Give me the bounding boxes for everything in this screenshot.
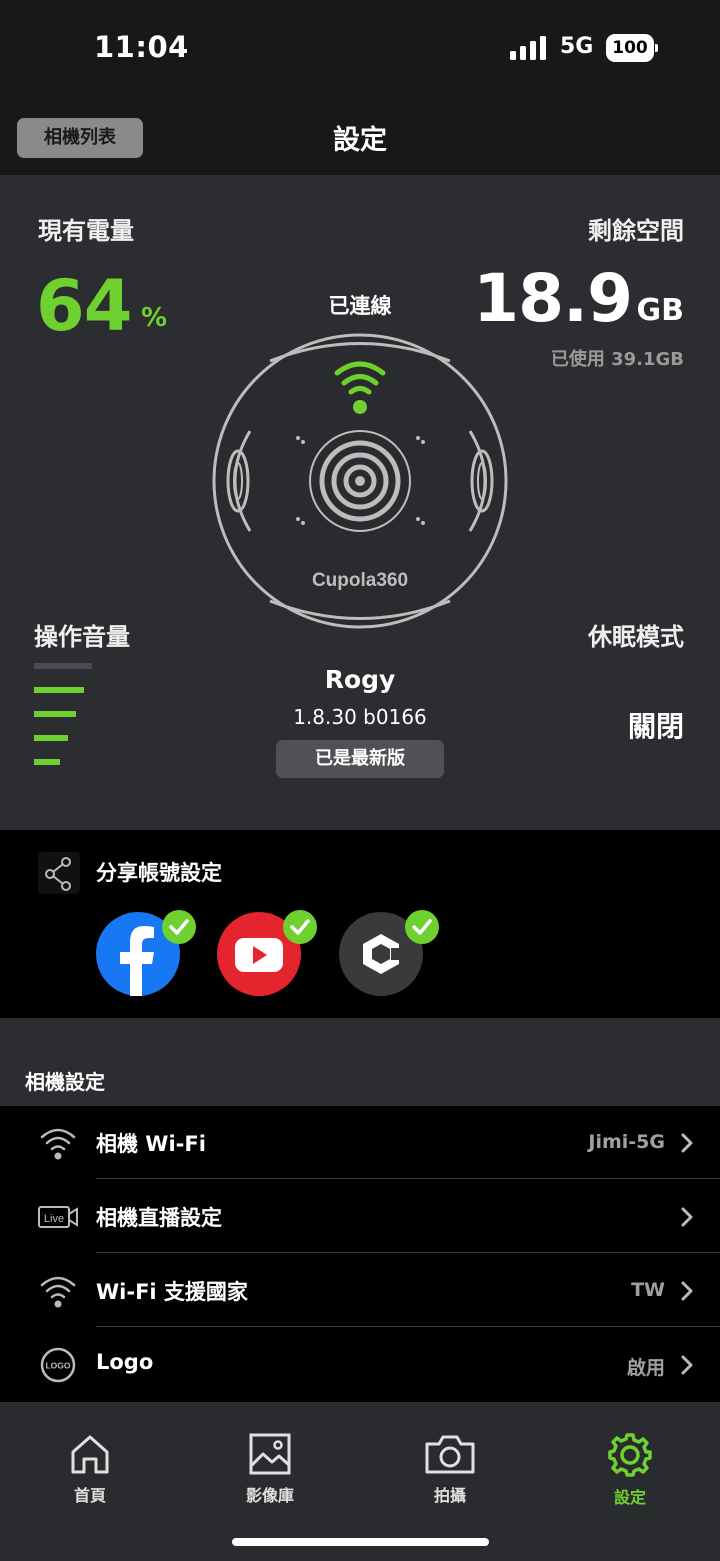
tab-label: 設定 bbox=[613, 1488, 646, 1507]
row-value: TW bbox=[631, 1279, 665, 1301]
settings-row-logo[interactable]: LOGO Logo 啟用 bbox=[0, 1328, 720, 1401]
status-time: 11:04 bbox=[94, 30, 189, 64]
camera-brand: Cupola360 bbox=[312, 570, 408, 591]
cupola-icon[interactable] bbox=[339, 910, 439, 996]
volume-bar bbox=[34, 735, 68, 741]
row-label: 相機直播設定 bbox=[96, 1206, 222, 1230]
battery-tip bbox=[655, 44, 658, 52]
camera-settings-header: 相機設定 bbox=[0, 1018, 720, 1106]
sleep-mode-toggle[interactable]: 關閉 bbox=[628, 705, 684, 745]
row-value: 啟用 bbox=[626, 1357, 665, 1379]
settings-row-live[interactable]: Live 相機直播設定 bbox=[0, 1180, 720, 1253]
chevron-right-icon bbox=[681, 1207, 693, 1227]
connected-check-icon bbox=[283, 910, 317, 944]
row-label: Logo bbox=[96, 1350, 154, 1374]
volume-label: 操作音量 bbox=[34, 623, 130, 651]
chevron-right-icon bbox=[681, 1281, 693, 1301]
home-indicator bbox=[232, 1538, 489, 1546]
share-title: 分享帳號設定 bbox=[96, 861, 222, 885]
logo-icon: LOGO bbox=[40, 1347, 76, 1383]
page-title: 設定 bbox=[333, 125, 387, 156]
wifi-icon bbox=[40, 1276, 76, 1308]
tab-home[interactable]: 首頁 bbox=[30, 1432, 150, 1512]
camera-graphic: Cupola360 bbox=[212, 333, 508, 629]
signal-icon bbox=[510, 36, 546, 60]
volume-bar bbox=[34, 759, 60, 765]
settings-row-wifi-country[interactable]: Wi-Fi 支援國家 TW bbox=[0, 1254, 720, 1327]
home-icon bbox=[71, 1435, 109, 1474]
section-title: 相機設定 bbox=[25, 1070, 105, 1094]
device-name: Rogy bbox=[324, 665, 396, 694]
camera-icon bbox=[425, 1435, 475, 1474]
chevron-right-icon bbox=[681, 1355, 693, 1375]
row-label: 相機 Wi-Fi bbox=[96, 1132, 206, 1156]
firmware-version: 1.8.30 b0166 bbox=[293, 705, 427, 729]
share-accounts-section: 分享帳號設定 bbox=[0, 830, 720, 1018]
svg-text:Live: Live bbox=[44, 1213, 64, 1225]
youtube-icon[interactable] bbox=[217, 910, 317, 996]
chevron-right-icon bbox=[681, 1133, 693, 1153]
storage-used: 已使用 39.1GB bbox=[550, 349, 684, 370]
live-icon: Live bbox=[38, 1206, 78, 1228]
divider bbox=[96, 1178, 720, 1179]
tab-label: 首頁 bbox=[73, 1486, 106, 1505]
divider bbox=[96, 1252, 720, 1253]
network-type: 5G bbox=[560, 34, 594, 59]
storage-label: 剩餘空間 bbox=[588, 217, 684, 245]
share-icon bbox=[38, 852, 80, 894]
facebook-icon[interactable] bbox=[96, 910, 196, 996]
status-bar: 11:04 5G 100 bbox=[0, 0, 720, 100]
update-button[interactable]: 已是最新版 bbox=[276, 740, 444, 778]
wifi-icon bbox=[40, 1128, 76, 1160]
tab-capture[interactable]: 拍攝 bbox=[390, 1432, 510, 1512]
connection-status: 已連線 bbox=[328, 294, 392, 318]
battery-label: 現有電量 bbox=[38, 217, 134, 245]
gallery-icon bbox=[249, 1433, 291, 1475]
camera-dashboard: 現有電量 64 % 剩餘空間 18.9 GB 已使用 39.1GB 已連線 Cu… bbox=[0, 175, 720, 830]
row-label: Wi-Fi 支援國家 bbox=[96, 1280, 248, 1304]
connected-check-icon bbox=[405, 910, 439, 944]
settings-row-camera-wifi[interactable]: 相機 Wi-Fi Jimi-5G bbox=[0, 1106, 720, 1179]
connected-check-icon bbox=[162, 910, 196, 944]
sleep-label: 休眠模式 bbox=[588, 623, 684, 651]
header: 相機列表 設定 bbox=[0, 100, 720, 175]
tab-label: 拍攝 bbox=[433, 1486, 466, 1505]
row-value: Jimi-5G bbox=[588, 1131, 665, 1153]
tab-settings[interactable]: 設定 bbox=[570, 1432, 690, 1512]
gear-icon bbox=[608, 1433, 652, 1477]
battery-level: 100 bbox=[606, 34, 654, 62]
tab-gallery[interactable]: 影像庫 bbox=[210, 1432, 330, 1512]
divider bbox=[96, 1326, 720, 1327]
battery-icon: 100 bbox=[606, 34, 658, 62]
svg-text:LOGO: LOGO bbox=[45, 1361, 70, 1371]
tab-label: 影像庫 bbox=[245, 1486, 294, 1505]
